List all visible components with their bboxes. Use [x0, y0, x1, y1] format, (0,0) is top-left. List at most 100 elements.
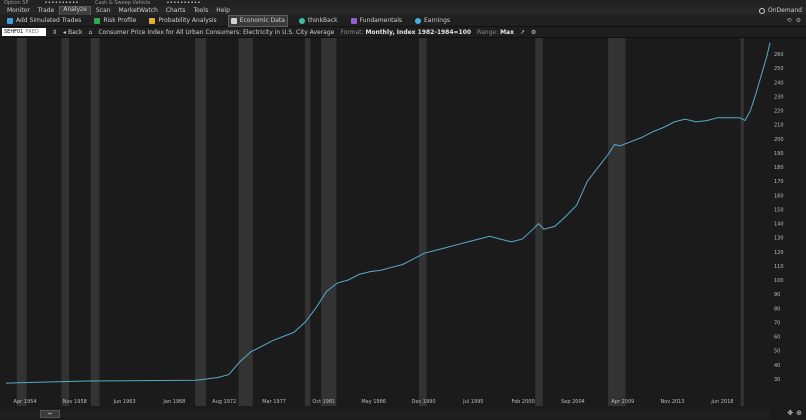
menu-charts[interactable]: Charts — [163, 7, 189, 15]
ondemand-button[interactable]: OnDemand — [759, 7, 802, 14]
refresh-icon[interactable]: ⟲ — [787, 17, 792, 24]
x-tick-label: Jan 1968 — [162, 399, 185, 405]
format-control[interactable]: Format: Monthly, Index 1982-1984=100 — [340, 29, 471, 36]
y-tick-label: 120 — [774, 250, 784, 256]
y-tick-label: 40 — [774, 363, 780, 369]
ondemand-icon — [759, 7, 766, 14]
back-label: Back — [67, 28, 83, 36]
range-control[interactable]: Range: Max — [477, 29, 514, 36]
recession-band — [740, 38, 744, 406]
menu-marketwatch[interactable]: MarketWatch — [116, 7, 161, 15]
x-tick-label: Oct 1981 — [312, 399, 335, 405]
menu-scan[interactable]: Scan — [93, 7, 114, 15]
y-tick-label: 80 — [774, 306, 780, 312]
main-menu: Monitor Trade Analyze Scan MarketWatch C… — [0, 5, 806, 16]
stepper-icon[interactable]: ⇕ — [52, 29, 57, 36]
toolbar-label: Probability Analysis — [158, 17, 217, 24]
y-tick-label: 250 — [774, 66, 784, 72]
recession-band — [90, 38, 100, 406]
scrollbar-handle[interactable]: ⇔ — [40, 410, 60, 418]
recession-band — [535, 38, 543, 406]
clock-icon — [298, 17, 305, 24]
x-tick-label: Apr 1954 — [14, 399, 37, 405]
pan-icon[interactable]: ✥ — [787, 409, 793, 417]
range-value: Max — [500, 28, 514, 36]
settings-icon[interactable]: ⚙ — [796, 17, 801, 24]
x-tick-label: Jun 1963 — [113, 399, 136, 405]
recession-band — [418, 38, 427, 406]
menu-monitor[interactable]: Monitor — [4, 7, 33, 15]
recession-band — [61, 38, 70, 406]
earnings-button[interactable]: Earnings — [413, 16, 452, 26]
series-title: Consumer Price Index for All Urban Consu… — [98, 28, 335, 36]
y-tick-label: 190 — [774, 151, 784, 157]
x-tick-label: Sep 2004 — [561, 399, 585, 405]
chart-background — [0, 38, 806, 420]
fundamentals-button[interactable]: Fundamentals — [349, 16, 404, 26]
economic-data-controls: SEHF01 FRED ⇕ ◂ Back ⌂ Consumer Price In… — [0, 27, 806, 38]
ondemand-label: OnDemand — [768, 7, 802, 14]
y-tick-label: 170 — [774, 179, 784, 185]
format-value: Monthly, Index 1982-1984=100 — [365, 28, 472, 36]
y-tick-label: 70 — [774, 320, 780, 326]
y-tick-label: 210 — [774, 123, 784, 129]
x-axis: Apr 1954 Nov 1958 Jun 1963 Jan 1968 Aug 1972… — [14, 399, 734, 405]
y-tick-label: 220 — [774, 109, 784, 115]
y-tick-label: 50 — [774, 349, 780, 355]
zoom-controls: ✥ ⊕ — [787, 409, 802, 417]
back-button[interactable]: ◂ Back — [63, 29, 83, 36]
x-tick-label: Feb 2000 — [511, 399, 534, 405]
analyze-toolbar: Add Simulated Trades Risk Profile Probab… — [0, 14, 806, 27]
y-tick-label: 180 — [774, 165, 784, 171]
y-tick-label: 110 — [774, 264, 784, 270]
risk-profile-button[interactable]: Risk Profile — [92, 16, 138, 26]
recession-band — [321, 38, 337, 406]
bank-icon — [230, 17, 237, 24]
economic-data-button[interactable]: Economic Data — [227, 14, 288, 27]
y-tick-label: 30 — [774, 377, 780, 383]
chart-scrollbar[interactable]: ⇔ — [0, 409, 770, 418]
menu-trade[interactable]: Trade — [35, 7, 57, 15]
y-tick-label: 240 — [774, 80, 784, 86]
economic-data-chart[interactable]: Apr 1954 Nov 1958 Jun 1963 Jan 1968 Aug 1972… — [0, 38, 806, 420]
symbol-source: FRED — [25, 29, 39, 35]
recession-band — [238, 38, 253, 406]
y-tick-label: 200 — [774, 137, 784, 143]
y-tick-label: 160 — [774, 193, 784, 199]
y-tick-label: 150 — [774, 207, 784, 213]
menu-help[interactable]: Help — [213, 7, 233, 15]
plus-icon — [7, 17, 13, 24]
toolbar-label: thinkBack — [307, 17, 338, 24]
toolbar-label: Fundamentals — [359, 17, 402, 24]
y-tick-label: 230 — [774, 94, 784, 100]
y-tick-label: 140 — [774, 222, 784, 228]
probability-icon — [149, 17, 156, 24]
x-tick-label: Nov 1958 — [63, 399, 87, 405]
thinkback-button[interactable]: thinkBack — [297, 16, 340, 26]
chart-settings-icon[interactable]: ⚙ — [531, 29, 536, 36]
symbol-input[interactable]: SEHF01 FRED — [2, 28, 46, 36]
y-tick-label: 60 — [774, 335, 780, 341]
fundamentals-icon — [350, 17, 357, 24]
add-simulated-trades-button[interactable]: Add Simulated Trades — [5, 16, 83, 26]
menu-tools[interactable]: Tools — [190, 7, 211, 15]
range-label: Range: — [477, 28, 499, 36]
bulb-icon — [415, 17, 421, 24]
x-tick-label: Aug 1972 — [212, 399, 236, 405]
toolbar-label: Risk Profile — [103, 17, 137, 24]
y-tick-label: 90 — [774, 292, 780, 298]
risk-icon — [94, 17, 101, 24]
zoom-icon[interactable]: ⊕ — [796, 409, 802, 417]
probability-analysis-button[interactable]: Probability Analysis — [147, 16, 218, 26]
toolbar-label: Add Simulated Trades — [16, 17, 82, 24]
y-tick-label: 130 — [774, 236, 784, 242]
menu-analyze[interactable]: Analyze — [59, 5, 91, 16]
x-tick-label: May 1986 — [361, 399, 386, 405]
recession-band — [608, 38, 626, 406]
share-icon[interactable]: ↗ — [520, 29, 525, 36]
home-icon[interactable]: ⌂ — [89, 29, 93, 36]
x-tick-label: Dec 1990 — [412, 399, 436, 405]
format-label: Format: — [340, 28, 364, 36]
y-tick-label: 260 — [774, 52, 784, 58]
x-tick-label: Nov 2013 — [660, 399, 684, 405]
